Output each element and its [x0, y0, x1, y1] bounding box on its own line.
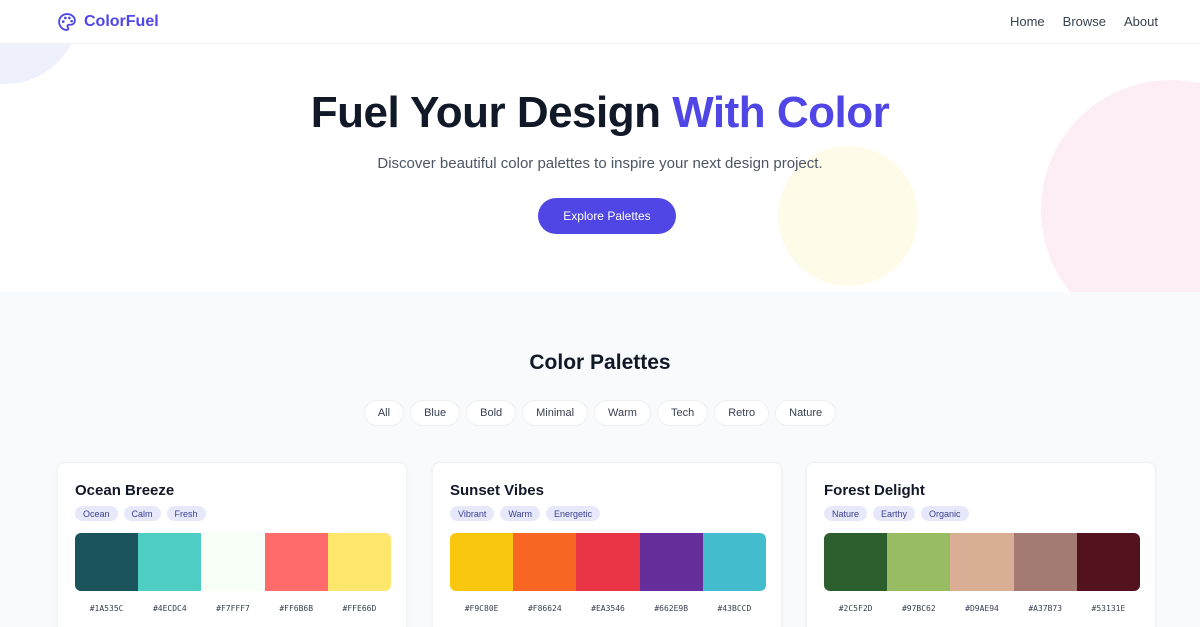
color-swatch[interactable] — [327, 533, 391, 591]
color-swatch[interactable] — [950, 533, 1014, 591]
hex-codes: #1A535C #4ECDC4 #F7FFF7 #FF6B6B #FFE66D — [75, 604, 391, 613]
hero-section: Fuel Your Design With Color Discover bea… — [0, 44, 1200, 292]
hex-code[interactable]: #FF6B6B — [265, 604, 328, 613]
palette-swatches — [75, 533, 391, 591]
hex-code[interactable]: #53131E — [1077, 604, 1140, 613]
color-swatch[interactable] — [702, 533, 766, 591]
palettes-section: Color Palettes All Blue Bold Minimal War… — [0, 292, 1200, 627]
palette-icon — [58, 12, 76, 31]
color-swatch[interactable] — [1013, 533, 1077, 591]
nav-link-about[interactable]: About — [1124, 14, 1158, 29]
palette-tags: Vibrant Warm Energetic — [450, 506, 601, 521]
top-nav-bar: ColorFuel Home Browse About — [0, 0, 1200, 44]
section-title: Color Palettes — [529, 351, 671, 374]
hex-code[interactable]: #EA3546 — [576, 604, 639, 613]
color-swatch[interactable] — [887, 533, 951, 591]
hex-code[interactable]: #D9AE94 — [950, 604, 1013, 613]
hex-code[interactable]: #2C5F2D — [824, 604, 887, 613]
main-nav: Home Browse About — [1010, 14, 1158, 29]
palette-tags: Nature Earthy Organic — [824, 506, 969, 521]
palette-swatches — [450, 533, 766, 591]
color-swatch[interactable] — [1076, 533, 1140, 591]
filter-retro[interactable]: Retro — [714, 400, 770, 426]
filter-warm[interactable]: Warm — [594, 400, 651, 426]
palette-card-sunset-vibes[interactable]: Sunset Vibes Vibrant Warm Energetic #F9C… — [432, 462, 782, 627]
hex-code[interactable]: #662E9B — [640, 604, 703, 613]
hero-title: Fuel Your Design With Color — [0, 88, 1200, 138]
color-swatch[interactable] — [138, 533, 202, 591]
hex-code[interactable]: #A37B73 — [1014, 604, 1077, 613]
palette-card-forest-delight[interactable]: Forest Delight Nature Earthy Organic #2C… — [806, 462, 1156, 627]
color-swatch[interactable] — [824, 533, 888, 591]
filter-minimal[interactable]: Minimal — [522, 400, 589, 426]
color-swatch[interactable] — [75, 533, 139, 591]
color-swatch[interactable] — [450, 533, 514, 591]
palette-name: Forest Delight — [824, 482, 925, 499]
brand-name: ColorFuel — [84, 12, 159, 30]
palette-tag[interactable]: Energetic — [546, 506, 601, 521]
hero-title-main: Fuel Your Design — [310, 88, 673, 137]
palette-tag[interactable]: Nature — [824, 506, 868, 521]
filter-blue[interactable]: Blue — [410, 400, 461, 426]
decorative-circle — [0, 44, 80, 84]
hex-code[interactable]: #F9C80E — [450, 604, 513, 613]
brand-logo[interactable]: ColorFuel — [57, 12, 159, 32]
palette-tag[interactable]: Fresh — [166, 506, 206, 521]
color-swatch[interactable] — [576, 533, 640, 591]
hex-code[interactable]: #F86624 — [513, 604, 576, 613]
palette-tags: Ocean Calm Fresh — [75, 506, 206, 521]
filter-tech[interactable]: Tech — [656, 400, 709, 426]
filter-all[interactable]: All — [363, 400, 405, 426]
palette-name: Sunset Vibes — [450, 482, 544, 499]
palette-tag[interactable]: Ocean — [75, 506, 118, 521]
hex-code[interactable]: #97BC62 — [887, 604, 950, 613]
hex-code[interactable]: #43BCCD — [703, 604, 766, 613]
hex-codes: #2C5F2D #97BC62 #D9AE94 #A37B73 #53131E — [824, 604, 1140, 613]
palette-card-ocean-breeze[interactable]: Ocean Breeze Ocean Calm Fresh #1A535C #4… — [57, 462, 407, 627]
palette-tag[interactable]: Vibrant — [450, 506, 495, 521]
hex-code[interactable]: #4ECDC4 — [138, 604, 201, 613]
palette-tag[interactable]: Calm — [123, 506, 161, 521]
hero-title-accent: With Color — [672, 88, 890, 137]
color-swatch[interactable] — [513, 533, 577, 591]
filter-chips: All Blue Bold Minimal Warm Tech Retro Na… — [0, 400, 1200, 426]
filter-nature[interactable]: Nature — [775, 400, 837, 426]
palette-name: Ocean Breeze — [75, 482, 175, 499]
filter-bold[interactable]: Bold — [466, 400, 517, 426]
palette-tag[interactable]: Earthy — [873, 506, 916, 521]
hex-code[interactable]: #1A535C — [75, 604, 138, 613]
palette-tag[interactable]: Warm — [500, 506, 541, 521]
hex-codes: #F9C80E #F86624 #EA3546 #662E9B #43BCCD — [450, 604, 766, 613]
color-swatch[interactable] — [201, 533, 265, 591]
hero-subtitle: Discover beautiful color palettes to ins… — [377, 155, 823, 172]
explore-palettes-button[interactable]: Explore Palettes — [538, 198, 676, 234]
color-swatch[interactable] — [639, 533, 703, 591]
color-swatch[interactable] — [264, 533, 328, 591]
palette-tag[interactable]: Organic — [921, 506, 969, 521]
hex-code[interactable]: #FFE66D — [328, 604, 391, 613]
hex-code[interactable]: #F7FFF7 — [201, 604, 264, 613]
nav-link-home[interactable]: Home — [1010, 14, 1045, 29]
palette-swatches — [824, 533, 1140, 591]
nav-link-browse[interactable]: Browse — [1063, 14, 1106, 29]
